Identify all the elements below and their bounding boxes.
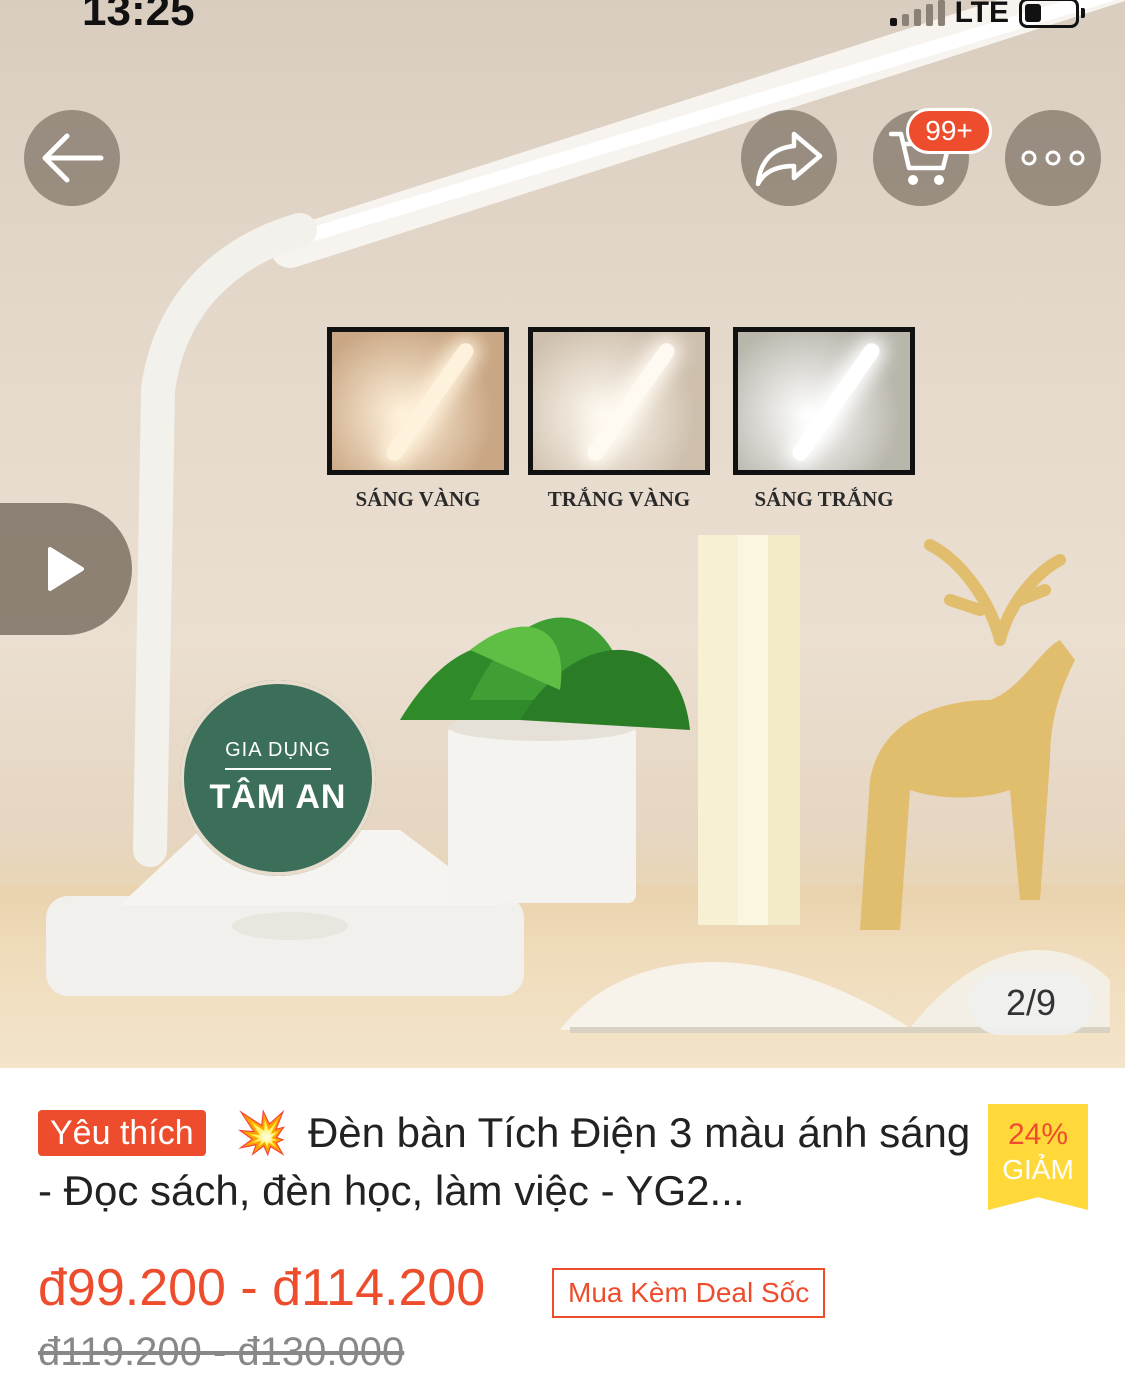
original-price: đ119.200 - đ130.000 — [38, 1330, 405, 1374]
more-options-button[interactable] — [1005, 110, 1101, 206]
cart-count-badge: 99+ — [906, 108, 992, 154]
shop-logo: GIA DỤNG TÂM AN — [180, 680, 376, 876]
status-time: 13:25 — [82, 0, 195, 35]
play-icon — [48, 547, 84, 591]
logo-line2: TÂM AN — [209, 778, 347, 816]
deal-tag[interactable]: Mua Kèm Deal Sốc — [552, 1268, 826, 1318]
swatch-warm — [327, 327, 509, 475]
product-info: Yêu thích 💥 Đèn bàn Tích Điện 3 màu ánh sá… — [0, 1068, 1125, 1385]
more-icon — [1021, 150, 1085, 166]
battery-tip — [1081, 8, 1085, 18]
battery-icon — [1019, 0, 1079, 28]
status-indicators: LTE — [889, 0, 1085, 30]
product-image-gallery[interactable]: 13:25 LTE 99+ SÁNG VÀNG TRẮNG VÀNG SÁNG … — [0, 0, 1125, 1068]
price-range: đ99.200 - đ114.200 — [38, 1259, 486, 1317]
burst-icon: 💥 — [235, 1109, 288, 1156]
swatch-label: SÁNG VÀNG — [355, 487, 481, 511]
swatch-label: SÁNG TRẮNG — [754, 487, 894, 511]
share-button[interactable] — [741, 110, 837, 206]
share-icon — [755, 131, 823, 186]
arrow-left-icon — [42, 133, 104, 183]
logo-line1: GIA DỤNG — [225, 739, 331, 770]
network-label: LTE — [954, 0, 1009, 29]
back-button[interactable] — [24, 110, 120, 206]
play-video-button[interactable] — [0, 503, 132, 635]
discount-label: GIẢM — [1002, 1154, 1074, 1185]
discount-percent: 24% — [1007, 1118, 1069, 1151]
signal-icon — [889, 0, 945, 26]
swatch-white — [733, 327, 915, 475]
image-page-counter: 2/9 — [969, 971, 1093, 1035]
product-title-block: Yêu thích 💥 Đèn bàn Tích Điện 3 màu ánh sá… — [38, 1104, 978, 1220]
favorite-tag: Yêu thích — [38, 1110, 206, 1156]
discount-badge: 24% GIẢM — [988, 1104, 1088, 1210]
swatch-label: TRẮNG VÀNG — [547, 487, 691, 511]
swatch-neutral — [528, 327, 710, 475]
